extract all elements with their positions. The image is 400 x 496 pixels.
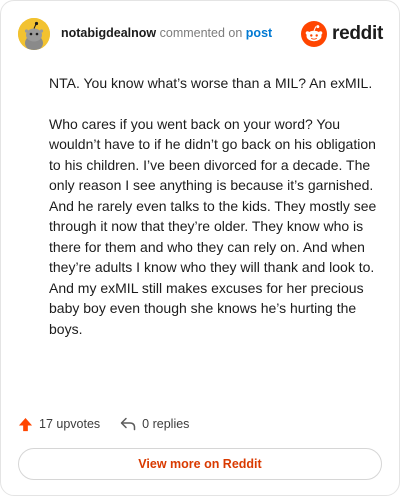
comment-paragraph: NTA. You know what’s worse than a MIL? A… <box>49 75 373 91</box>
snoo-avatar-icon <box>18 18 50 50</box>
replies-button[interactable]: 0 replies <box>120 417 189 431</box>
reddit-wordmark: reddit <box>332 23 383 44</box>
username-link[interactable]: notabigdealnow <box>61 26 156 40</box>
comment-footer: 17 upvotes 0 replies <box>18 414 189 434</box>
embedded-comment-card: notabigdealnow commented on post reddit <box>0 0 400 496</box>
view-more-button[interactable]: View more on Reddit <box>18 448 382 480</box>
byline-verb: commented on <box>159 26 243 40</box>
comment-header: notabigdealnow commented on post reddit <box>18 16 383 52</box>
comment-body: NTA. You know what’s worse than a MIL? A… <box>49 73 381 359</box>
replies-count: 0 replies <box>142 417 190 431</box>
comment-paragraph: Who cares if you went back on your word?… <box>49 115 377 337</box>
upvotes-count: 17 upvotes <box>39 417 101 431</box>
reddit-logo[interactable]: reddit <box>301 20 383 48</box>
post-link[interactable]: post <box>246 26 272 40</box>
comment-byline: notabigdealnow commented on post <box>61 26 272 40</box>
reply-arrow-icon <box>120 417 136 431</box>
upvote-arrow-icon <box>18 417 33 431</box>
reddit-snoo-icon <box>301 21 328 47</box>
upvotes-button[interactable]: 17 upvotes <box>18 417 100 432</box>
user-avatar[interactable] <box>18 18 50 50</box>
